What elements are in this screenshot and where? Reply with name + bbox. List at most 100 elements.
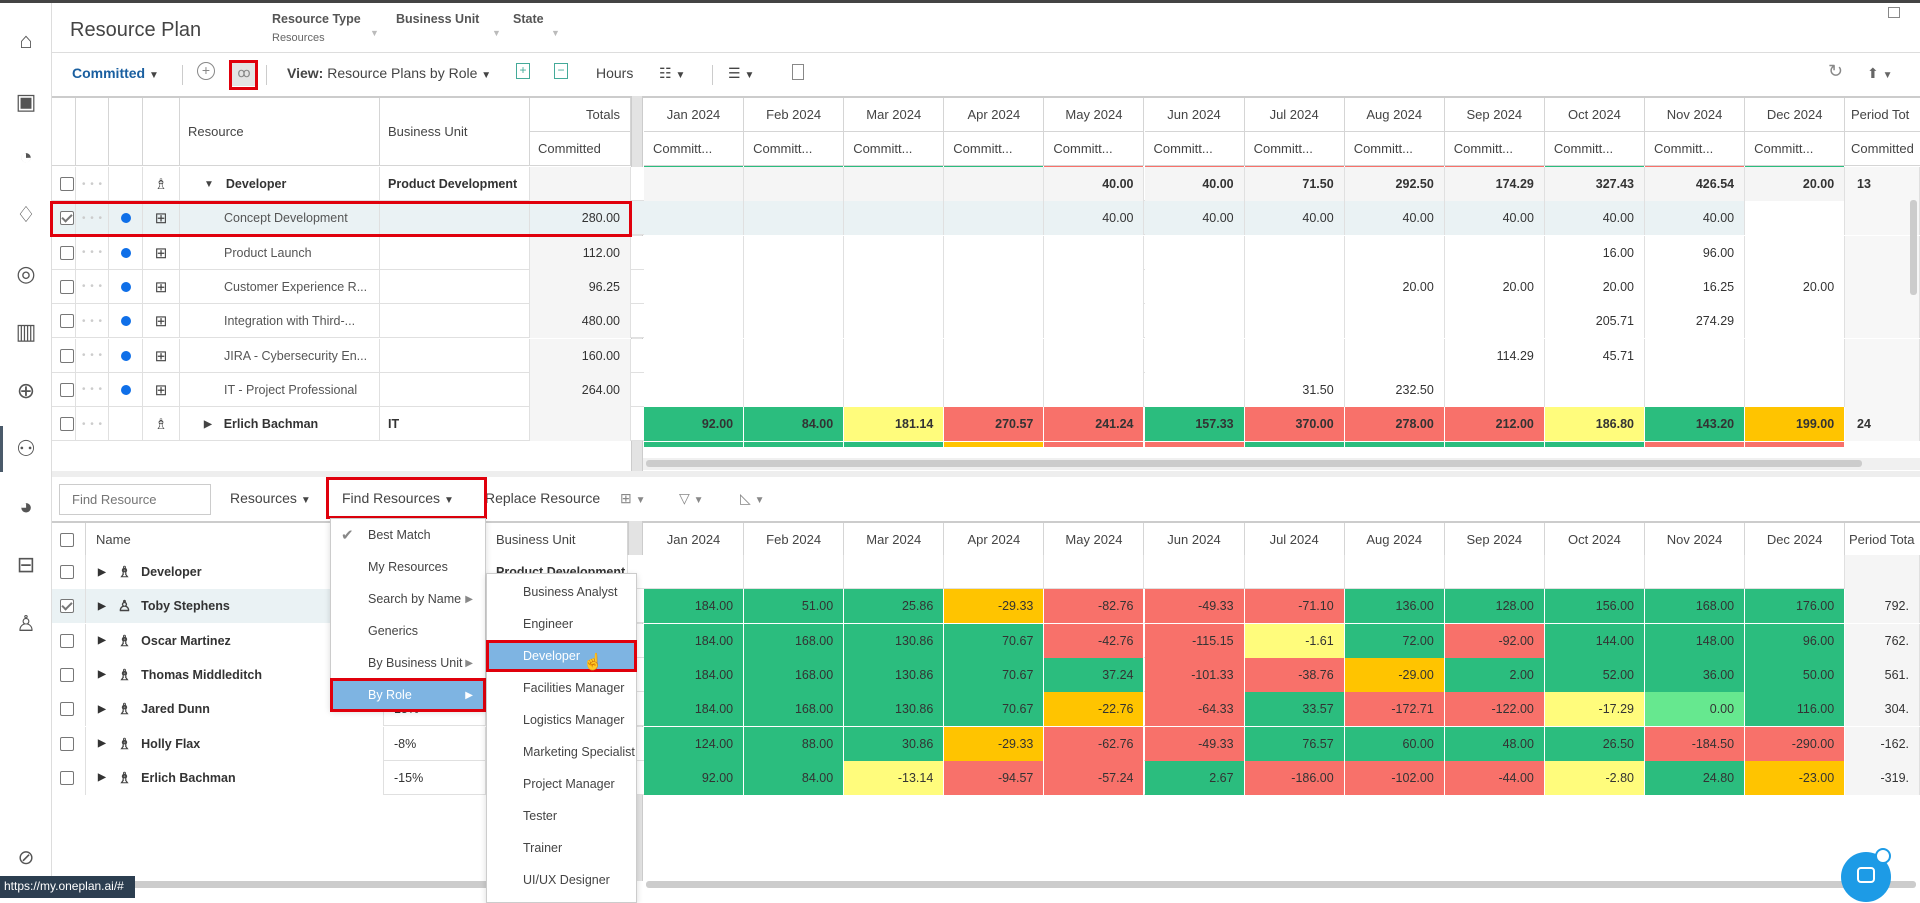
checkbox-cell[interactable] [52,726,86,761]
caret-right-icon[interactable]: ▶ [98,635,106,646]
people-icon[interactable]: ⚇ [12,435,40,463]
month-value-cell[interactable]: 31.50 [1244,372,1345,407]
lower-horizontal-scrollbar[interactable] [646,881,1916,888]
row-actions[interactable]: • • • [76,372,109,407]
role-menu-item[interactable]: Business Analyst [487,576,636,608]
project-row[interactable]: • • • ⊞ Product Launch 112.00 16.00 96.00 [52,235,1920,270]
caret-right-icon[interactable]: ▶ [98,669,106,680]
row-checkbox[interactable] [60,565,74,579]
checkbox-cell[interactable] [52,201,76,236]
role-menu-item[interactable]: Developer ☝ [486,640,637,672]
menu-item[interactable]: My Resources [331,551,485,583]
month-value-cell[interactable]: 232.50 [1344,372,1445,407]
filter-list-dropdown[interactable]: ☷ ▼ [659,65,685,82]
export-dropdown[interactable]: ⬆ ▼ [1867,65,1893,82]
collapse-all-icon[interactable]: − [554,63,568,79]
filter-business-unit[interactable]: Business Unit ▼ [396,12,501,38]
compass-icon[interactable]: ⊘ [12,843,40,871]
assistant-button[interactable] [1841,848,1891,902]
month-value-cell[interactable]: 71.50 [1244,167,1345,201]
menu-dropdown[interactable]: ☰ ▼ [728,65,754,82]
row-checkbox[interactable] [60,177,74,191]
menu-item[interactable]: By Role ▶ [330,678,486,712]
month-value-cell[interactable]: 40.00 [1244,201,1345,236]
role-menu-item[interactable]: Logistics Manager [487,704,636,736]
filter-resource-type[interactable]: Resource Type Resources ▼ [272,12,379,44]
month-value-cell[interactable]: 181.14 [844,407,945,442]
row-checkbox[interactable] [60,314,74,329]
checkbox-cell[interactable] [52,372,76,407]
resource-row[interactable]: ▶ ♗ Erlich Bachman -15% 92.00 84.00 -13.14 -94.… [52,760,1920,795]
lightbulb-icon[interactable]: ♢ [12,201,40,229]
find-resources-dropdown[interactable]: Find Resources ▼ [342,490,454,506]
resource-name[interactable]: Oscar Martinez [141,634,231,648]
row-checkbox[interactable] [60,279,74,294]
caret-right-icon[interactable]: ▶ [98,704,106,715]
month-value-cell[interactable]: 40.00 [1144,167,1245,201]
checkbox-cell[interactable] [52,589,86,624]
chart-dropdown[interactable]: ◺ ▼ [740,490,765,507]
caret-right-icon[interactable]: ▶ [98,772,106,783]
role-menu-item[interactable]: Engineer [487,608,636,640]
home-icon[interactable]: ⌂ [12,27,40,55]
month-value-cell[interactable]: 20.00 [1344,269,1445,304]
month-value-cell[interactable]: 20.00 [1745,269,1846,304]
upper-vertical-scrollbar[interactable] [1910,200,1917,295]
mode-dropdown[interactable]: Committed ▼ [72,65,159,81]
row-actions[interactable]: • • • [76,407,109,442]
org-chart-icon[interactable]: ⊟ [12,551,40,579]
resource-row[interactable]: ▶ ♗ Holly Flax -8% 124.00 88.00 30.86 -29.33 -62… [52,726,1920,761]
row-checkbox[interactable] [60,702,74,717]
month-value-cell[interactable]: 143.20 [1645,407,1746,442]
month-value-cell[interactable]: 274.29 [1645,304,1746,339]
month-value-cell[interactable]: 241.24 [1044,407,1145,442]
month-value-cell[interactable]: 16.25 [1645,269,1746,304]
checkbox-cell[interactable] [52,760,86,795]
resource-name[interactable]: Product Launch [224,246,312,260]
clock-icon[interactable]: ◔ [12,143,40,171]
row-checkbox[interactable] [60,211,74,226]
checkbox-cell[interactable] [52,623,86,658]
expand-all-icon[interactable]: + [516,63,530,79]
caret-right-icon[interactable]: ▶ [98,601,106,612]
group-row[interactable]: • • • ♗ ▼ Developer Product Development 40.00… [52,167,1920,201]
month-value-cell[interactable]: 212.00 [1444,407,1545,442]
resource-name[interactable]: Toby Stephens [141,599,230,613]
resource-name[interactable]: Erlich Bachman [141,771,235,785]
report-icon[interactable] [792,64,804,80]
resource-name[interactable]: Developer [141,565,201,579]
pane-divider[interactable] [52,471,1920,477]
month-value-cell[interactable]: 16.00 [1544,235,1645,270]
people-match-icon[interactable]: ꝏ [232,62,256,86]
caret-right-icon[interactable]: ▶ [98,567,106,578]
month-value-cell[interactable]: 40.00 [1344,201,1445,236]
resource-name[interactable]: Integration with Third-... [224,314,355,328]
project-row[interactable]: • • • ⊞ Integration with Third-... 480.00 20… [52,304,1920,339]
month-value-cell[interactable]: 40.00 [1144,201,1245,236]
row-checkbox[interactable] [60,770,74,785]
caret-right-icon[interactable]: ▶ [98,738,106,749]
grid-layout-dropdown[interactable]: ⊞ ▼ [620,490,646,507]
month-value-cell[interactable]: 40.00 [1544,201,1645,236]
globe-icon[interactable]: ⊕ [12,377,40,405]
role-menu-item[interactable]: Marketing Specialist [487,736,636,768]
row-checkbox[interactable] [60,417,74,432]
menu-item[interactable]: Generics [331,615,485,647]
checkbox-cell[interactable] [52,657,86,692]
row-checkbox[interactable] [60,667,74,682]
project-row[interactable]: • • • ⊞ Customer Experience R... 96.25 20.00… [52,269,1920,304]
upper-horizontal-scrollbar[interactable] [646,460,1862,467]
hours-button[interactable]: Hours [596,65,633,81]
role-menu-item[interactable]: Trainer [487,832,636,864]
row-checkbox[interactable] [60,245,74,260]
resource-name[interactable]: IT - Project Professional [224,383,357,397]
target-icon[interactable]: ◎ [12,260,40,288]
checkbox-cell[interactable] [52,338,76,373]
row-actions[interactable]: • • • [76,235,109,270]
role-menu-item[interactable]: Project Manager [487,768,636,800]
month-value-cell[interactable]: 174.29 [1444,167,1545,201]
expand-window-icon[interactable] [1888,7,1900,18]
checkbox-cell[interactable] [52,304,76,339]
month-value-cell[interactable]: 96.00 [1645,235,1746,270]
row-actions[interactable]: • • • [76,167,109,201]
